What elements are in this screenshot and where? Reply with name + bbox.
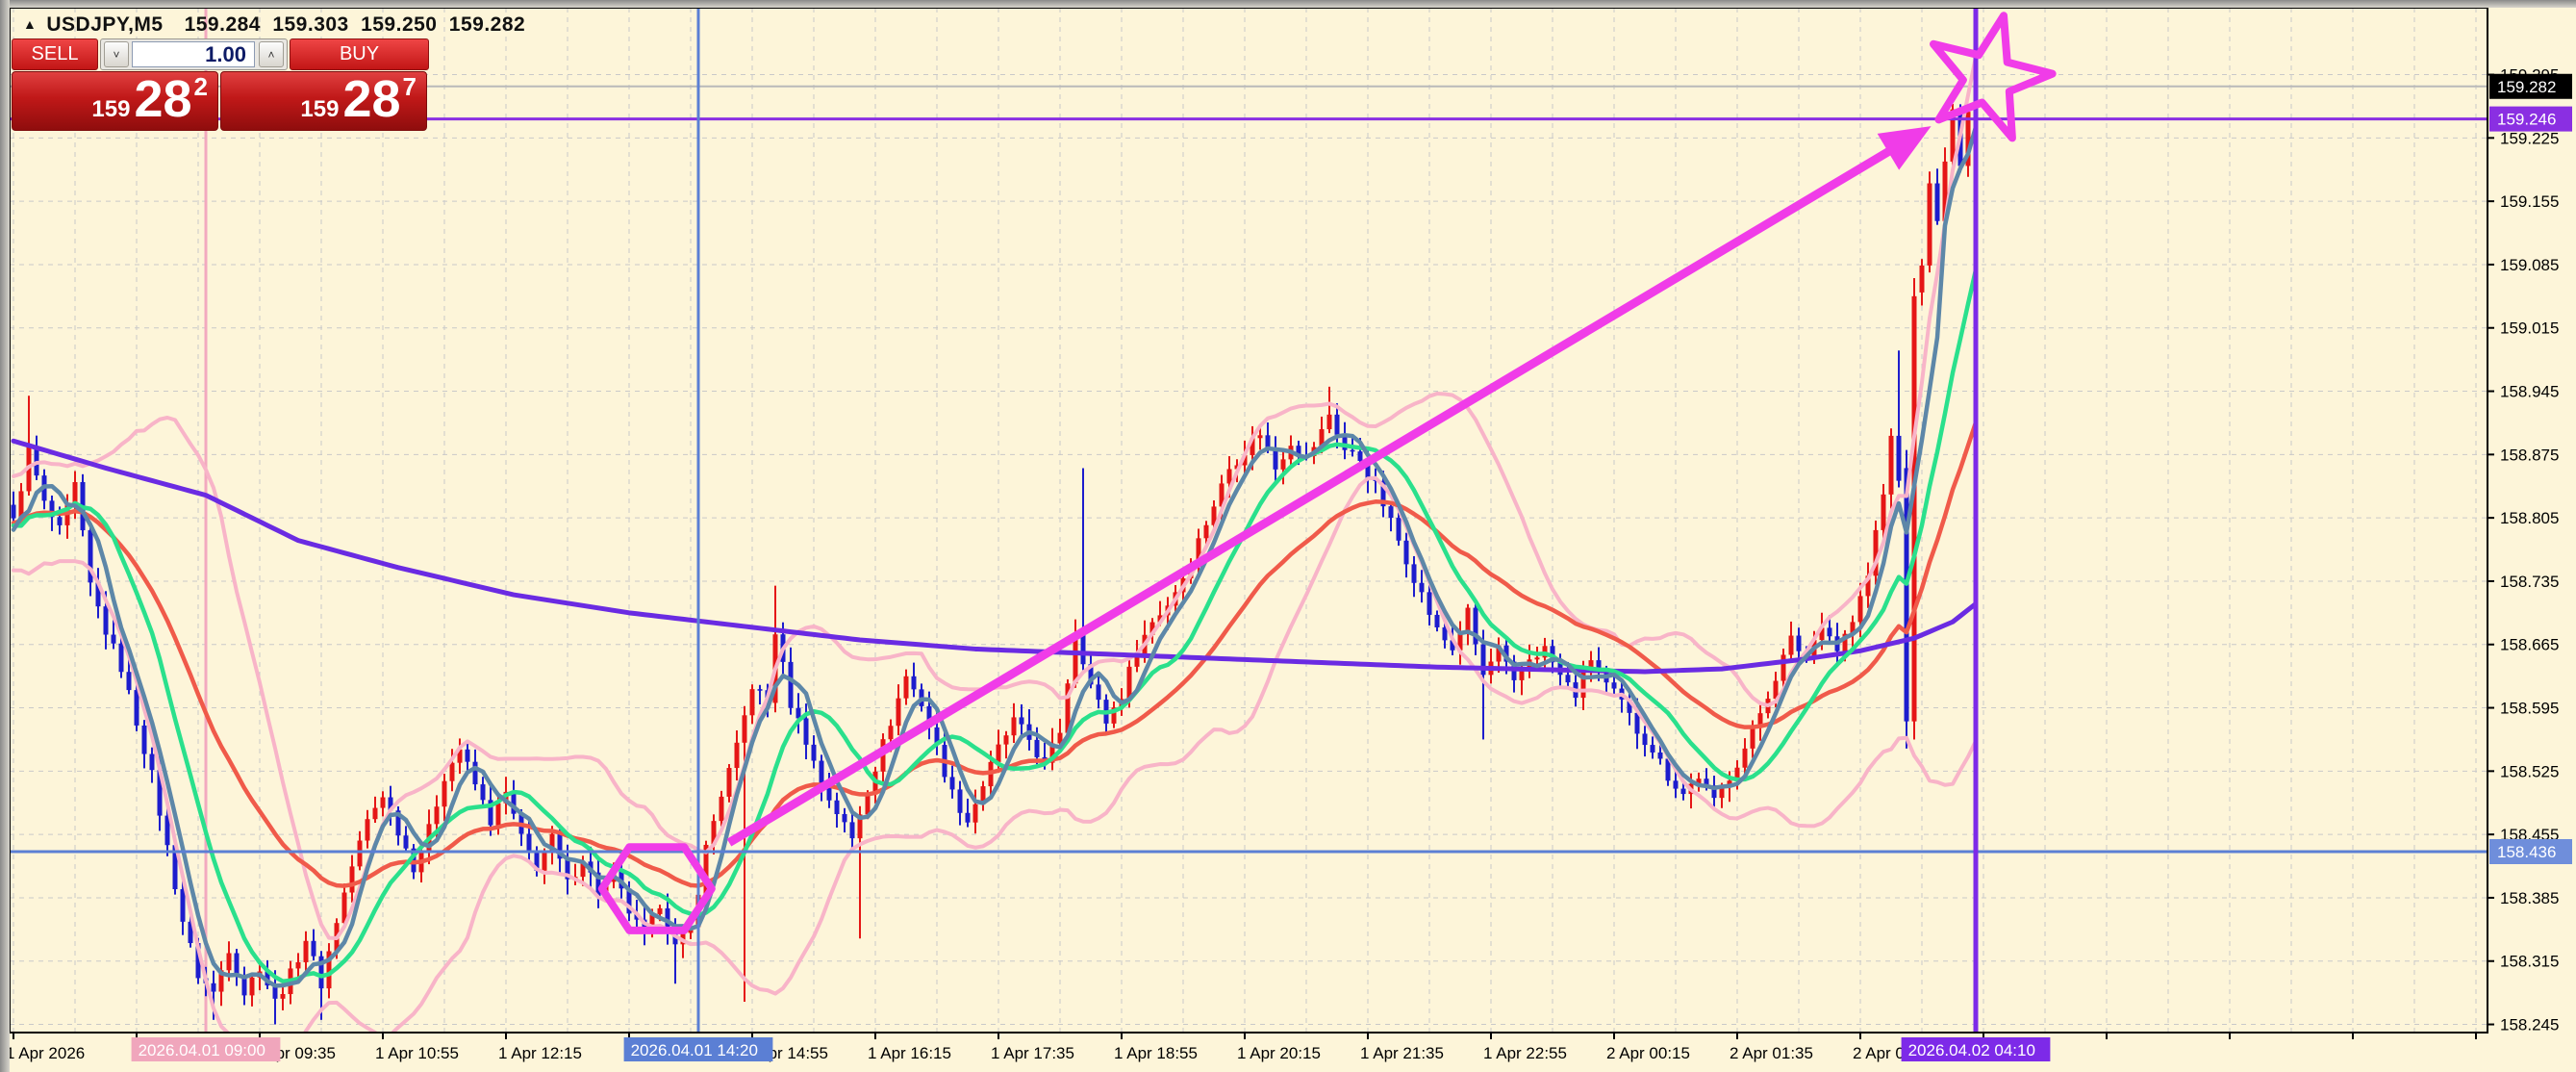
buy-price-small: 159 (300, 96, 339, 123)
sell-quote-button[interactable]: 159 28 2 (12, 71, 218, 131)
chart-canvas[interactable]: 159.295159.225159.155159.085159.015158.9… (0, 0, 2576, 1072)
buy-price-sup: 7 (403, 72, 417, 102)
sell-price-small: 159 (91, 96, 130, 123)
trading-app-window: 159.295159.225159.155159.085159.015158.9… (0, 0, 2576, 1072)
sell-button[interactable]: SELL (12, 38, 98, 70)
chart-title: ▲ USDJPY,M5 159.284 159.303 159.250 159.28… (23, 13, 525, 37)
volume-stepper: ˅ ˄ (100, 38, 288, 70)
price-axis[interactable] (2488, 8, 2576, 1033)
sell-price-big: 28 (134, 72, 191, 126)
buy-button[interactable]: BUY (290, 38, 429, 70)
volume-input[interactable] (132, 41, 255, 67)
sell-price-sup: 2 (194, 72, 208, 102)
symbol-triangle-icon: ▲ (23, 16, 37, 32)
time-axis[interactable] (10, 1034, 2488, 1072)
volume-increase-icon[interactable]: ˄ (259, 41, 284, 67)
window-frame-top (0, 0, 2576, 8)
symbol-timeframe-label: USDJPY,M5 (46, 13, 163, 36)
trade-panel-top-row: SELL ˅ ˄ BUY (12, 38, 429, 70)
buy-quote-button[interactable]: 159 28 7 (220, 71, 427, 131)
one-click-trade-panel: SELL ˅ ˄ BUY 159 28 2 159 28 7 (12, 38, 429, 131)
ohlc-values: 159.284 159.303 159.250 159.282 (185, 13, 526, 36)
buy-price-big: 28 (342, 72, 400, 126)
window-frame-left (0, 0, 10, 1072)
volume-decrease-icon[interactable]: ˅ (104, 41, 129, 67)
